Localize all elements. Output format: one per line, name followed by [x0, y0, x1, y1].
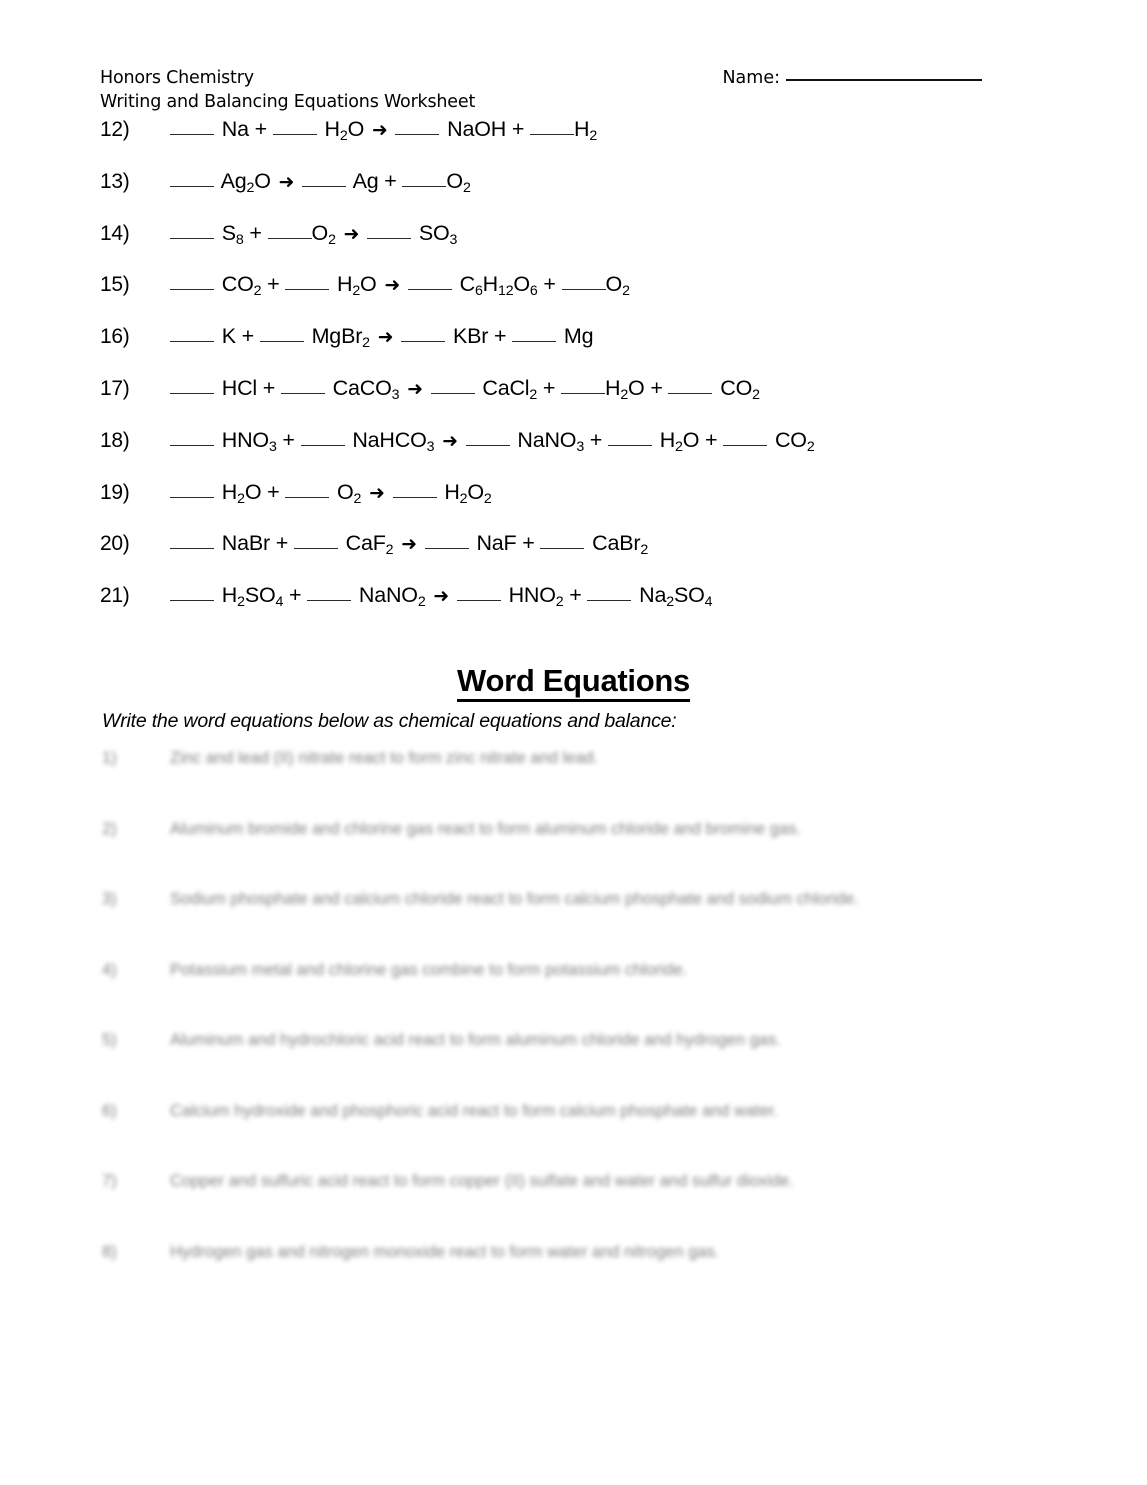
- equation-row: 19) H2O + O2 ➜ H2O2: [100, 479, 1110, 531]
- equation-row: 17) HCl + CaCO3 ➜ CaCl2 + H2O + CO2: [100, 375, 1110, 427]
- word-equations-heading-text: Word Equations: [457, 663, 690, 702]
- word-equations-instruction: Write the word equations below as chemic…: [102, 710, 677, 732]
- word-equations-list: 1) Zinc and lead (II) nitrate react to fo…: [102, 744, 1062, 1308]
- word-equations-heading: Word Equations: [0, 663, 1147, 702]
- equation-expression[interactable]: H2SO4 + NaNO2 ➜ HNO2 + Na2SO4: [170, 582, 713, 609]
- equation-expression[interactable]: S8 + O2 ➜ SO3: [170, 220, 457, 247]
- equation-expression[interactable]: HCl + CaCO3 ➜ CaCl2 + H2O + CO2: [170, 375, 760, 402]
- equation-list: 12) Na + H2O ➜ NaOH + H2 13) Ag2O ➜ Ag + …: [100, 116, 1110, 634]
- equation-row: 13) Ag2O ➜ Ag + O2: [100, 168, 1110, 220]
- word-equation-text: Potassium metal and chlorine gas combine…: [170, 960, 688, 979]
- page-header: Honors Chemistry Name: Writing and Balan…: [100, 66, 1060, 114]
- word-equation-item: 1) Zinc and lead (II) nitrate react to fo…: [102, 744, 1062, 772]
- word-equation-number: 2): [102, 819, 117, 838]
- equation-expression[interactable]: Ag2O ➜ Ag + O2: [170, 168, 471, 195]
- word-equation-item: 6) Calcium hydroxide and phosphoric acid …: [102, 1097, 1062, 1125]
- equation-expression[interactable]: Na + H2O ➜ NaOH + H2: [170, 116, 597, 143]
- word-equation-item: 4) Potassium metal and chlorine gas combi…: [102, 956, 1062, 984]
- equation-number: 16): [100, 325, 130, 349]
- word-equation-number: 8): [102, 1242, 117, 1261]
- word-equation-number: 5): [102, 1031, 117, 1049]
- word-equation-text: Copper and sulfuric acid react to form c…: [170, 1172, 794, 1190]
- word-equation-text: Hydrogen gas and nitrogen monoxide react…: [170, 1242, 720, 1261]
- word-equation-number: 3): [102, 890, 117, 908]
- word-equation-text: Calcium hydroxide and phosphoric acid re…: [170, 1101, 779, 1120]
- course-title: Honors Chemistry: [100, 68, 254, 88]
- equation-number: 13): [100, 169, 130, 193]
- name-field[interactable]: Name:: [722, 66, 1060, 90]
- word-equation-number: 7): [102, 1172, 117, 1190]
- word-equation-item: 2) Aluminum bromide and chlorine gas reac…: [102, 815, 1062, 843]
- equation-expression[interactable]: NaBr + CaF2 ➜ NaF + CaBr2: [170, 530, 648, 557]
- equation-expression[interactable]: H2O + O2 ➜ H2O2: [170, 479, 492, 506]
- equation-number: 18): [100, 428, 130, 452]
- equation-expression[interactable]: K + MgBr2 ➜ KBr + Mg: [170, 323, 594, 350]
- word-equation-item: 8) Hydrogen gas and nitrogen monoxide rea…: [102, 1238, 1062, 1266]
- equation-row: 15) CO2 + H2O ➜ C6H12O6 + O2: [100, 271, 1110, 323]
- worksheet-title: Writing and Balancing Equations Workshee…: [100, 92, 476, 112]
- word-equation-text: Zinc and lead (II) nitrate react to form…: [170, 749, 599, 767]
- name-label: Name:: [722, 68, 780, 88]
- word-equation-item: 3) Sodium phosphate and calcium chloride …: [102, 885, 1062, 913]
- worksheet-page: Honors Chemistry Name: Writing and Balan…: [0, 0, 1147, 1485]
- equation-number: 15): [100, 273, 130, 297]
- word-equation-text: Aluminum bromide and chlorine gas react …: [170, 819, 801, 838]
- equation-number: 17): [100, 376, 130, 400]
- equation-row: 20) NaBr + CaF2 ➜ NaF + CaBr2: [100, 530, 1110, 582]
- equation-expression[interactable]: HNO3 + NaHCO3 ➜ NaNO3 + H2O + CO2: [170, 427, 815, 454]
- word-equation-number: 4): [102, 960, 117, 979]
- equation-number: 14): [100, 221, 130, 245]
- equation-row: 12) Na + H2O ➜ NaOH + H2: [100, 116, 1110, 168]
- word-equation-number: 1): [102, 749, 117, 767]
- equation-number: 12): [100, 118, 130, 141]
- name-blank-line[interactable]: [786, 79, 982, 81]
- equation-number: 20): [100, 532, 130, 556]
- word-equation-item: 7) Copper and sulfuric acid react to form…: [102, 1167, 1062, 1195]
- word-equation-number: 6): [102, 1101, 117, 1120]
- word-equation-text: Aluminum and hydrochloric acid react to …: [170, 1031, 781, 1049]
- equation-number: 21): [100, 584, 130, 608]
- word-equation-text: Sodium phosphate and calcium chloride re…: [170, 890, 859, 908]
- equation-row: 18) HNO3 + NaHCO3 ➜ NaNO3 + H2O + CO2: [100, 427, 1110, 479]
- equation-number: 19): [100, 480, 130, 504]
- equation-row: 14) S8 + O2 ➜ SO3: [100, 220, 1110, 272]
- header-row-course: Honors Chemistry Name:: [100, 66, 1060, 90]
- equation-expression[interactable]: CO2 + H2O ➜ C6H12O6 + O2: [170, 271, 630, 298]
- equation-row: 16) K + MgBr2 ➜ KBr + Mg: [100, 323, 1110, 375]
- equation-row: 21) H2SO4 + NaNO2 ➜ HNO2 + Na2SO4: [100, 582, 1110, 634]
- word-equation-item: 5) Aluminum and hydrochloric acid react t…: [102, 1026, 1062, 1054]
